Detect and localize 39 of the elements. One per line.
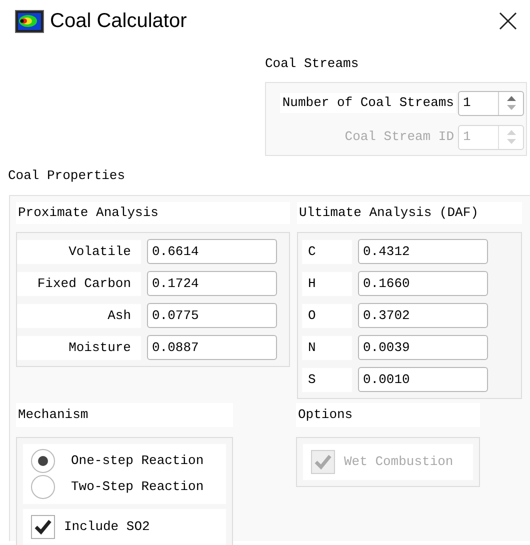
input-field[interactable]: 0.0039 xyxy=(358,335,488,360)
input-field[interactable]: 0.3702 xyxy=(358,303,488,328)
option-label: Wet Combustion xyxy=(344,453,454,472)
group-label: Ultimate Analysis (DAF) xyxy=(299,204,478,222)
input-field[interactable]: 0.4312 xyxy=(358,239,488,264)
group-label: Options xyxy=(298,406,353,424)
app-icon xyxy=(15,10,44,32)
field-label: H xyxy=(302,272,352,296)
input-field[interactable]: 0.1724 xyxy=(147,271,277,296)
field-label: Number of Coal Streams xyxy=(280,93,456,113)
field-label: C xyxy=(302,240,352,264)
section-label: Coal Properties xyxy=(8,168,126,182)
checkbox[interactable] xyxy=(31,515,55,539)
field-label: Ash xyxy=(17,304,141,328)
option-label: One-step Reaction xyxy=(71,452,204,470)
radio-button[interactable] xyxy=(31,475,55,499)
spin-box: 1 xyxy=(458,124,524,150)
close-icon[interactable] xyxy=(498,11,518,31)
spin-box[interactable]: 1 xyxy=(458,90,524,116)
input-field[interactable]: 0.0010 xyxy=(358,367,488,392)
option-label: Two-Step Reaction xyxy=(71,478,204,496)
group-label: Proximate Analysis xyxy=(18,204,158,222)
field-label: S xyxy=(302,368,352,392)
field-label: O xyxy=(302,304,352,328)
section-label: Coal Streams xyxy=(265,56,359,71)
field-label: Moisture xyxy=(17,336,141,360)
radio-button[interactable] xyxy=(31,449,55,473)
field-label: Volatile xyxy=(17,240,141,264)
field-label: N xyxy=(302,336,352,360)
input-field[interactable]: 0.1660 xyxy=(358,271,488,296)
option-label: Include SO2 xyxy=(64,518,150,536)
input-field[interactable]: 0.0775 xyxy=(147,303,277,328)
field-label: Fixed Carbon xyxy=(17,272,141,296)
input-field[interactable]: 0.6614 xyxy=(147,239,277,264)
window-title: Coal Calculator xyxy=(50,9,187,34)
group-label: Mechanism xyxy=(18,406,88,424)
spin-arrows-icon[interactable] xyxy=(506,95,516,111)
field-label: Coal Stream ID xyxy=(344,128,455,146)
input-field[interactable]: 0.0887 xyxy=(147,335,277,360)
